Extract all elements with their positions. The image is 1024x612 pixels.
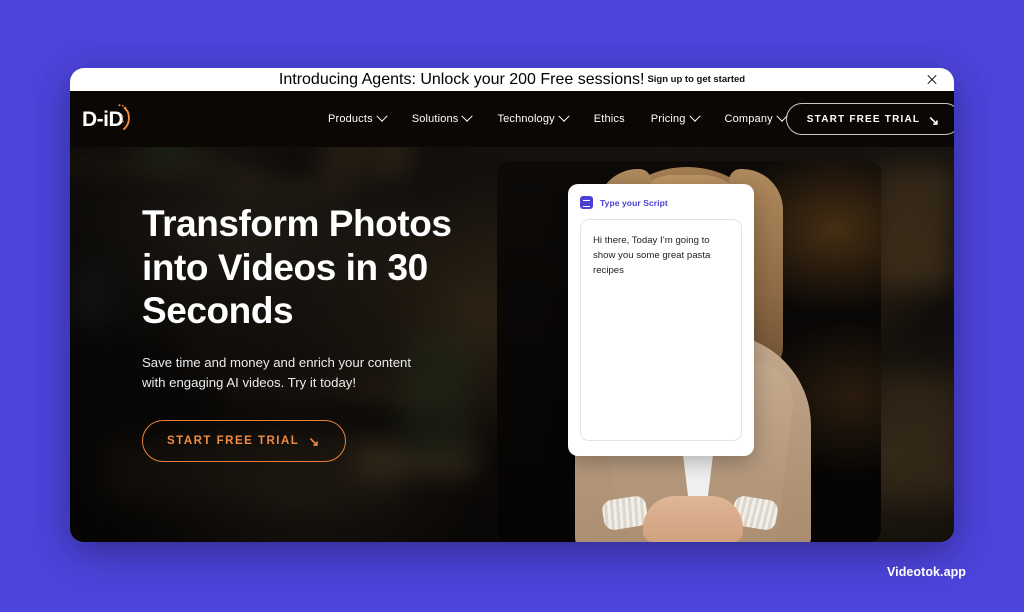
hero-start-free-trial-button[interactable]: START FREE TRIAL ↘ [142, 419, 346, 462]
hero-copy: Transform Photos into Videos in 30 Secon… [142, 202, 472, 462]
close-icon[interactable] [924, 72, 940, 88]
script-card-header: Type your Script [580, 196, 742, 209]
nav-item-pricing[interactable]: Pricing [650, 110, 701, 125]
navbar: D-iD Products Solutions Technology Ethic… [70, 91, 954, 147]
decor-object [322, 147, 368, 175]
script-card: Type your Script Hi there, Today I’m goi… [568, 184, 754, 456]
decor-shelf [70, 155, 220, 171]
nav-item-solutions[interactable]: Solutions [411, 110, 474, 125]
chevron-down-icon [688, 110, 701, 122]
nav-item-label: Ethics [593, 113, 625, 125]
chevron-down-icon [461, 110, 474, 122]
hero-section: Transform Photos into Videos in 30 Secon… [70, 147, 954, 542]
presenter-hands [643, 496, 743, 542]
watermark: Videotok.app [886, 565, 966, 579]
avatar-video-panel[interactable]: Type your Script Hi there, Today I’m goi… [497, 161, 881, 542]
hero-title: Transform Photos into Videos in 30 Secon… [142, 203, 452, 332]
svg-text:D-iD: D-iD [82, 108, 123, 131]
script-card-label: Type your Script [600, 197, 668, 208]
arrow-down-right-icon: ↘ [928, 112, 941, 128]
arrow-down-right-icon: ↘ [308, 434, 321, 450]
did-logo[interactable]: D-iD [82, 102, 132, 136]
hero-cta-label: START FREE TRIAL [167, 434, 300, 447]
decor-object [266, 147, 326, 179]
chevron-down-icon [376, 110, 388, 122]
nav-links: Products Solutions Technology Ethics Pri… [328, 110, 788, 125]
decor-books [70, 255, 126, 327]
decor-object [876, 167, 954, 287]
nav-item-label: Products [328, 113, 373, 125]
did-logo-icon: D-iD [82, 104, 130, 131]
navbar-actions: START FREE TRIAL ↘ Log in [785, 103, 954, 135]
nav-item-label: Technology [497, 113, 555, 125]
decor-object [370, 147, 410, 175]
nav-item-products[interactable]: Products [328, 110, 388, 125]
announcement-banner: Introducing Agents: Unlock your 200 Free… [70, 68, 954, 91]
decor-object [94, 147, 128, 171]
decor-object [870, 377, 954, 497]
decor-book [94, 265, 100, 321]
nav-start-free-trial-button[interactable]: START FREE TRIAL ↘ [785, 103, 954, 135]
nav-item-technology[interactable]: Technology [497, 110, 570, 125]
chevron-down-icon [558, 110, 570, 122]
decor-plant [136, 147, 188, 169]
decor-book [80, 265, 86, 321]
announcement-text: Introducing Agents: Unlock your 200 Free… [278, 70, 645, 88]
nav-item-company[interactable]: Company [724, 110, 788, 125]
script-input[interactable]: Hi there, Today I’m going to show you so… [580, 219, 742, 441]
announcement-signup-link[interactable]: Sign up to get started [647, 74, 745, 85]
nav-trial-label: START FREE TRIAL [806, 113, 921, 125]
browser-window: Introducing Agents: Unlock your 200 Free… [70, 68, 954, 542]
script-icon [580, 196, 593, 209]
nav-item-label: Pricing [650, 113, 686, 125]
decor-shelf [220, 177, 350, 187]
hero-subtitle: Save time and money and enrich your cont… [142, 354, 412, 391]
nav-item-ethics[interactable]: Ethics [594, 113, 625, 125]
nav-item-label: Solutions [411, 113, 459, 125]
nav-item-label: Company [724, 113, 773, 125]
